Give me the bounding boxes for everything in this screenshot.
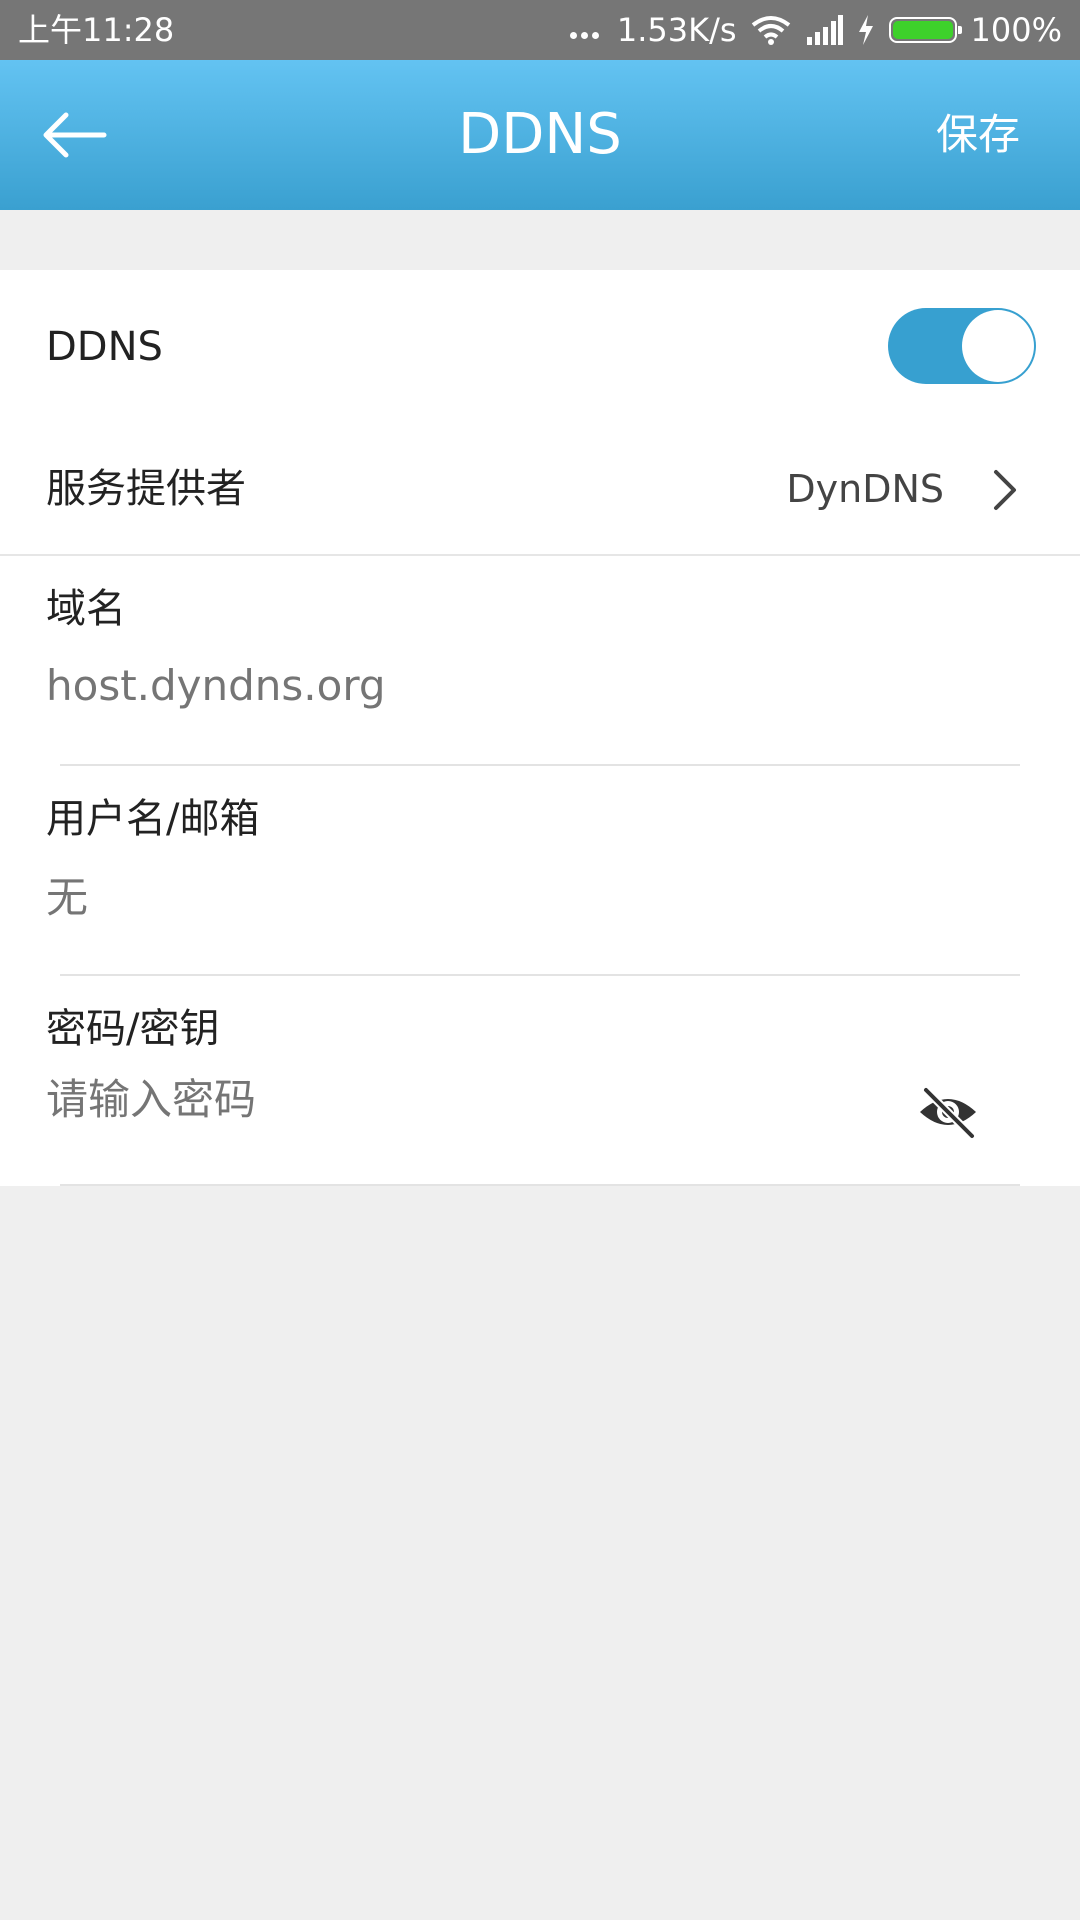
more-dots-icon bbox=[569, 31, 603, 39]
ddns-toggle-row: DDNS bbox=[0, 270, 1080, 424]
eye-off-icon bbox=[920, 1086, 976, 1140]
service-provider-value: DynDNS bbox=[786, 467, 944, 511]
page-title: DDNS bbox=[458, 102, 622, 167]
ddns-label: DDNS bbox=[46, 324, 163, 370]
password-label: 密码/密钥 bbox=[46, 1006, 220, 1052]
save-button[interactable]: 保存 bbox=[936, 108, 1020, 162]
toggle-password-visibility-button[interactable] bbox=[916, 1084, 980, 1140]
network-speed: 1.53K/s bbox=[616, 11, 737, 49]
password-underline bbox=[60, 1184, 1020, 1186]
chevron-right-icon bbox=[994, 470, 1016, 510]
battery-fill bbox=[892, 21, 953, 39]
username-field-group: 用户名/邮箱 bbox=[0, 766, 1080, 976]
ddns-toggle[interactable] bbox=[888, 308, 1036, 384]
service-provider-row[interactable]: 服务提供者 DynDNS bbox=[0, 424, 1080, 554]
username-input[interactable] bbox=[46, 870, 866, 926]
toggle-knob bbox=[962, 310, 1034, 382]
app-bar: DDNS 保存 bbox=[0, 60, 1080, 210]
status-time: 上午11:28 bbox=[18, 11, 175, 49]
service-provider-label: 服务提供者 bbox=[46, 466, 246, 512]
domain-field-group: 域名 bbox=[0, 556, 1080, 766]
password-field-group: 密码/密钥 bbox=[0, 976, 1080, 1186]
password-input[interactable] bbox=[46, 1072, 766, 1128]
wifi-icon bbox=[751, 16, 790, 45]
domain-label: 域名 bbox=[46, 586, 126, 632]
username-label: 用户名/邮箱 bbox=[46, 796, 260, 842]
signal-icon bbox=[806, 15, 843, 45]
status-bar: 上午11:28 1.53K/s 100% bbox=[0, 0, 1080, 60]
ddns-settings-card: DDNS 服务提供者 DynDNS 域名 用户名/邮箱 密码/密钥 bbox=[0, 270, 1080, 1186]
charging-icon bbox=[858, 15, 873, 45]
battery-icon bbox=[888, 17, 962, 43]
domain-input[interactable] bbox=[46, 658, 866, 714]
battery-percent: 100% bbox=[970, 11, 1062, 49]
status-indicators: 1.53K/s 100% bbox=[556, 10, 1062, 50]
